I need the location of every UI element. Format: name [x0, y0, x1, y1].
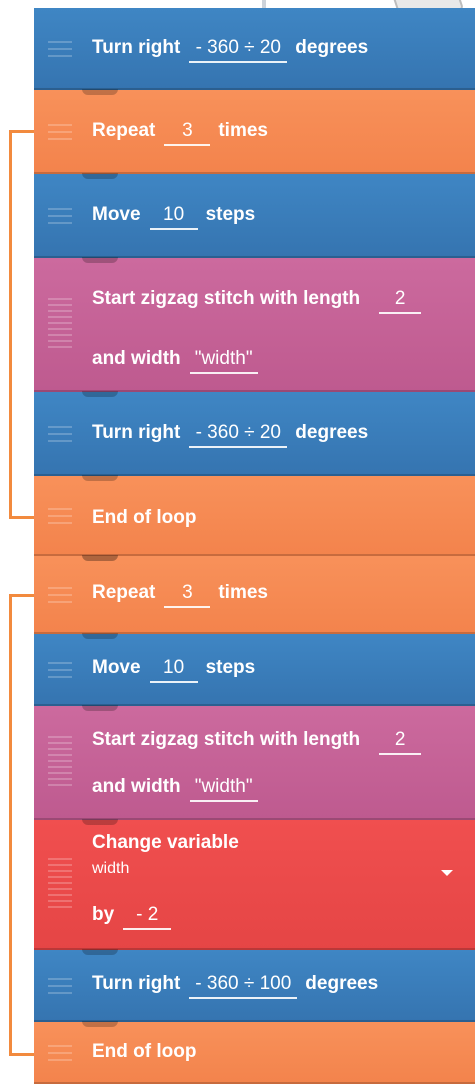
block-notch — [82, 949, 118, 955]
turn-right-block[interactable]: Turn right - 360 ÷ 20 degrees — [34, 391, 475, 476]
drag-handle-icon[interactable] — [48, 426, 72, 442]
drag-handle-icon[interactable] — [48, 298, 72, 352]
block-label: Start zigzag stitch with length — [92, 288, 361, 309]
loop-bracket-2 — [9, 594, 37, 1056]
block-suffix: times — [218, 582, 268, 603]
block-notch — [82, 257, 118, 263]
block-notch — [82, 89, 118, 95]
zigzag-stitch-block[interactable]: Start zigzag stitch with length 2 and wi… — [34, 705, 475, 820]
block-label: Repeat — [92, 582, 156, 603]
end-of-loop-block[interactable]: End of loop — [34, 475, 475, 556]
block-label: Repeat — [92, 120, 156, 141]
chevron-down-icon[interactable] — [441, 870, 453, 876]
block-notch — [82, 475, 118, 481]
degrees-input[interactable]: - 360 ÷ 20 — [189, 37, 288, 63]
block-notch — [82, 555, 118, 561]
block-suffix: times — [218, 120, 268, 141]
drag-handle-icon[interactable] — [48, 858, 72, 912]
block-label: Turn right — [92, 422, 181, 443]
drag-handle-icon[interactable] — [48, 978, 72, 994]
block-notch — [82, 633, 118, 639]
change-variable-block[interactable]: Change variable width by - 2 — [34, 819, 475, 950]
drag-handle-icon[interactable] — [48, 662, 72, 678]
block-label: Turn right — [92, 37, 181, 58]
block-label: Move — [92, 657, 141, 678]
variable-select[interactable]: width — [92, 860, 129, 878]
block-label-2: and width — [92, 348, 181, 369]
drag-handle-icon[interactable] — [48, 41, 72, 57]
drag-handle-icon[interactable] — [48, 736, 72, 790]
loop-bracket-1 — [9, 130, 37, 519]
repeat-count-input[interactable]: 3 — [164, 120, 211, 146]
stitch-length-input[interactable]: 2 — [379, 729, 422, 755]
degrees-input[interactable]: - 360 ÷ 20 — [189, 422, 288, 448]
drag-handle-icon[interactable] — [48, 124, 72, 140]
block-suffix: degrees — [295, 422, 369, 443]
block-suffix: steps — [205, 204, 256, 225]
change-by-input[interactable]: - 2 — [123, 904, 172, 930]
repeat-block[interactable]: Repeat 3 times — [34, 89, 475, 174]
degrees-input[interactable]: - 360 ÷ 100 — [189, 973, 298, 999]
block-notch — [82, 819, 118, 825]
block-notch — [82, 391, 118, 397]
block-suffix: steps — [205, 657, 256, 678]
repeat-count-input[interactable]: 3 — [164, 582, 211, 608]
block-label: Turn right — [92, 973, 181, 994]
block-notch — [82, 1021, 118, 1027]
move-block[interactable]: Move 10 steps — [34, 633, 475, 706]
stitch-length-input[interactable]: 2 — [379, 288, 422, 314]
block-label-2: by — [92, 904, 115, 925]
block-suffix: degrees — [295, 37, 369, 58]
steps-input[interactable]: 10 — [149, 657, 198, 683]
block-label: Change variable — [92, 832, 239, 853]
block-notch — [82, 705, 118, 711]
turn-right-block[interactable]: Turn right - 360 ÷ 20 degrees — [34, 8, 475, 90]
zigzag-stitch-block[interactable]: Start zigzag stitch with length 2 and wi… — [34, 257, 475, 392]
drag-handle-icon[interactable] — [48, 508, 72, 524]
block-suffix: degrees — [305, 973, 379, 994]
move-block[interactable]: Move 10 steps — [34, 173, 475, 258]
drag-handle-icon[interactable] — [48, 1045, 72, 1061]
end-of-loop-block[interactable]: End of loop — [34, 1021, 475, 1084]
drag-handle-icon[interactable] — [48, 208, 72, 224]
block-label: End of loop — [92, 507, 197, 528]
partial-block-edge — [42, 0, 64, 8]
block-label: End of loop — [92, 1041, 197, 1062]
block-notch — [82, 173, 118, 179]
stitch-width-input[interactable]: "width" — [189, 776, 258, 802]
drag-handle-icon[interactable] — [48, 587, 72, 603]
stitch-width-input[interactable]: "width" — [189, 348, 258, 374]
block-label: Move — [92, 204, 141, 225]
turn-right-block[interactable]: Turn right - 360 ÷ 100 degrees — [34, 949, 475, 1022]
block-label: Start zigzag stitch with length — [92, 729, 361, 750]
block-label-2: and width — [92, 776, 181, 797]
repeat-block[interactable]: Repeat 3 times — [34, 555, 475, 634]
steps-input[interactable]: 10 — [149, 204, 198, 230]
